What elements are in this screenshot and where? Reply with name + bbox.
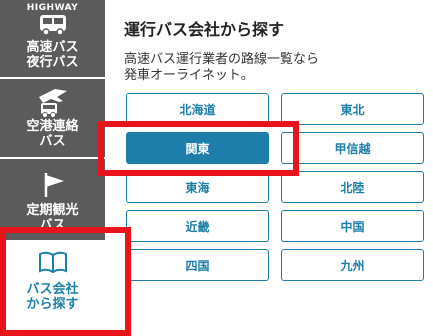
sidebar-item-label: 高速バス xyxy=(26,40,79,55)
sidebar-item-label: から探す xyxy=(26,297,79,312)
page-title: 運行バス会社から探す xyxy=(124,20,285,39)
highway-label: HIGHWAY xyxy=(26,3,79,13)
sidebar-item-highway-bus[interactable]: HIGHWAY 高速バス 夜行バス xyxy=(0,0,105,77)
region-button-kinki[interactable]: 近畿 xyxy=(126,210,269,242)
region-button-shikoku[interactable]: 四国 xyxy=(126,249,269,281)
region-button-tohoku[interactable]: 東北 xyxy=(281,93,424,125)
region-button-hokkaido[interactable]: 北海道 xyxy=(126,93,269,125)
description-line: 高速バス運行業者の路線一覧なら xyxy=(124,52,320,67)
bus-icon xyxy=(39,15,66,36)
sidebar-item-sightseeing-bus[interactable]: 定期観光 バス xyxy=(0,159,105,240)
region-button-chugoku[interactable]: 中国 xyxy=(281,210,424,242)
flag-icon xyxy=(44,173,64,197)
sidebar-item-label: 夜行バス xyxy=(26,55,79,70)
sidebar-item-bus-company[interactable]: バス会社 から探す xyxy=(0,240,105,336)
book-icon xyxy=(38,251,67,274)
region-button-koshinetsu[interactable]: 甲信越 xyxy=(281,132,424,164)
description-line: 発車オーライネット。 xyxy=(124,68,254,83)
region-button-kanto[interactable]: 関東 xyxy=(126,132,269,164)
region-button-kyushu[interactable]: 九州 xyxy=(281,249,424,281)
region-button-hokuriku[interactable]: 北陸 xyxy=(281,171,424,203)
sidebar-item-label: バス会社 xyxy=(26,282,79,297)
sidebar-item-label: バス xyxy=(39,218,66,233)
airport-bus-icon xyxy=(38,89,67,118)
sidebar-item-label: 定期観光 xyxy=(26,203,79,218)
sidebar-item-label: 空港連絡 xyxy=(26,119,79,134)
sidebar-item-airport-bus[interactable]: 空港連絡 バス xyxy=(0,79,105,157)
description: 高速バス運行業者の路線一覧なら 発車オーライネット。 xyxy=(124,52,384,84)
sidebar: HIGHWAY 高速バス 夜行バス 空港連絡 バス 定期観光 バス バス会社 か… xyxy=(0,0,105,336)
region-button-tokai[interactable]: 東海 xyxy=(126,171,269,203)
sidebar-item-label: バス xyxy=(39,134,66,149)
